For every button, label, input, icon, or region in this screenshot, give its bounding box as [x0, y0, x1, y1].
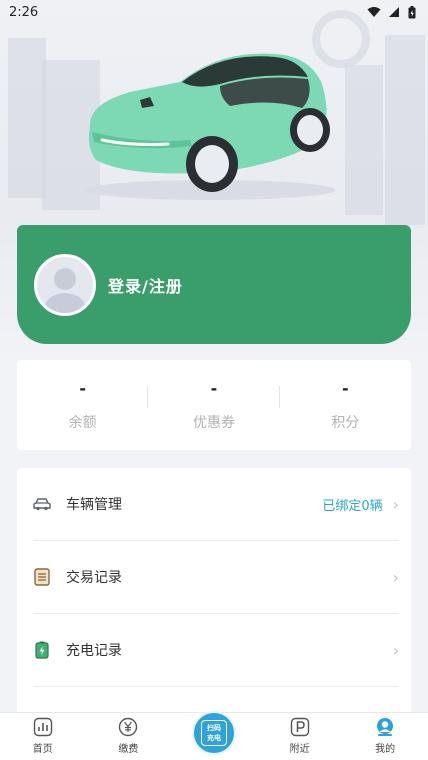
- menu-item-transaction-records[interactable]: 交易记录 ›: [33, 541, 399, 614]
- bound-vehicles-count: 已绑定0辆: [322, 498, 383, 514]
- stat-label: 余额: [68, 415, 97, 431]
- stat-balance[interactable]: - 余额: [17, 378, 149, 432]
- menu-item-vehicle-management[interactable]: 车辆管理 已绑定0辆 ›: [33, 468, 399, 541]
- scan-label-line2: 充电: [207, 734, 221, 742]
- signal-icon: [389, 7, 399, 17]
- car-illustration: [85, 53, 335, 200]
- battery-status-icon: [408, 5, 416, 18]
- tab-label: 缴费: [118, 744, 139, 755]
- background-building: [385, 35, 425, 225]
- background-building: [345, 65, 383, 215]
- tab-mine[interactable]: 我的: [350, 717, 420, 760]
- tab-spacer: [179, 755, 249, 760]
- scan-label-line1: 扫码: [207, 724, 221, 732]
- avatar[interactable]: [34, 253, 96, 316]
- menu-item-charging-records[interactable]: 充电记录 ›: [33, 614, 399, 687]
- stat-coupons[interactable]: - 优惠券: [148, 378, 280, 432]
- stat-points[interactable]: - 积分: [280, 378, 411, 432]
- tab-home[interactable]: 首页: [8, 717, 78, 760]
- account-stats-card: - 余额 - 优惠券 - 积分: [17, 360, 411, 450]
- menu-label: 交易记录: [66, 570, 122, 586]
- default-avatar-icon: [45, 267, 85, 313]
- wifi-icon: [367, 7, 381, 17]
- stat-value: -: [210, 379, 218, 398]
- menu-card: 车辆管理 已绑定0辆 › 交易记录 › 充电记录 ›: [17, 468, 411, 718]
- menu-label: 充电记录: [66, 643, 122, 659]
- background-building: [8, 38, 46, 198]
- receipt-icon: [33, 568, 51, 586]
- stat-value: -: [79, 379, 86, 398]
- login-register-link[interactable]: 登录/注册: [108, 273, 183, 297]
- chevron-right-icon: ›: [392, 494, 399, 514]
- menu-label: 车辆管理: [66, 497, 122, 513]
- tab-label: 我的: [375, 744, 396, 755]
- tab-payment[interactable]: 缴费: [93, 717, 163, 760]
- parking-icon: [290, 717, 310, 737]
- stat-label: 优惠券: [192, 415, 235, 431]
- status-bar: 2:26: [0, 0, 428, 24]
- battery-icon: [33, 641, 51, 659]
- scan-to-charge-button[interactable]: 扫码 充电: [192, 711, 236, 755]
- tab-nearby[interactable]: 附近: [265, 717, 335, 760]
- scan-qr-icon: 扫码 充电: [201, 720, 227, 746]
- user-icon: [375, 717, 395, 737]
- stat-value: -: [342, 379, 349, 398]
- chevron-right-icon: ›: [392, 640, 399, 660]
- tab-label: 附近: [289, 744, 310, 755]
- tab-label: 首页: [32, 744, 53, 755]
- stat-label: 积分: [331, 415, 360, 431]
- status-time: 2:26: [9, 4, 39, 20]
- car-icon: [33, 495, 51, 513]
- profile-card[interactable]: 登录/注册: [17, 225, 411, 344]
- home-chart-icon: [33, 717, 53, 737]
- chevron-right-icon: ›: [392, 567, 399, 587]
- yuan-icon: [118, 717, 138, 737]
